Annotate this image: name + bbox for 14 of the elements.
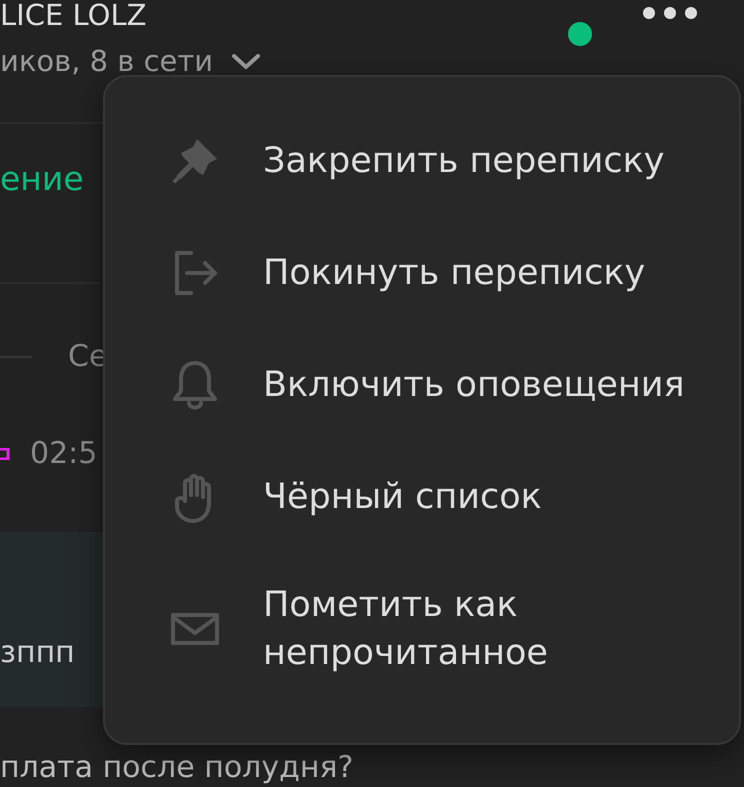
message-text: зппп: [0, 634, 75, 672]
menu-item[interactable]: Включить оповещения: [263, 361, 685, 409]
message-text: плата после полудня?: [0, 749, 354, 787]
participants-count: иков, 8 в сети: [0, 43, 214, 80]
message-time: 02:5: [30, 435, 98, 473]
status-icon: [0, 448, 10, 460]
link-text[interactable]: ение: [0, 159, 84, 198]
menu-item[interactable]: Чёрный список: [263, 473, 542, 521]
menu-item[interactable]: Закрепить переписку: [263, 137, 664, 185]
chat-title: LICE LOLZ: [0, 0, 146, 32]
menu-item[interactable]: Покинуть переписку: [263, 249, 646, 297]
chevron-down-icon[interactable]: [231, 52, 262, 71]
more-icon[interactable]: [640, 4, 700, 22]
menu-item[interactable]: Пометить как непрочитанное: [263, 581, 693, 677]
